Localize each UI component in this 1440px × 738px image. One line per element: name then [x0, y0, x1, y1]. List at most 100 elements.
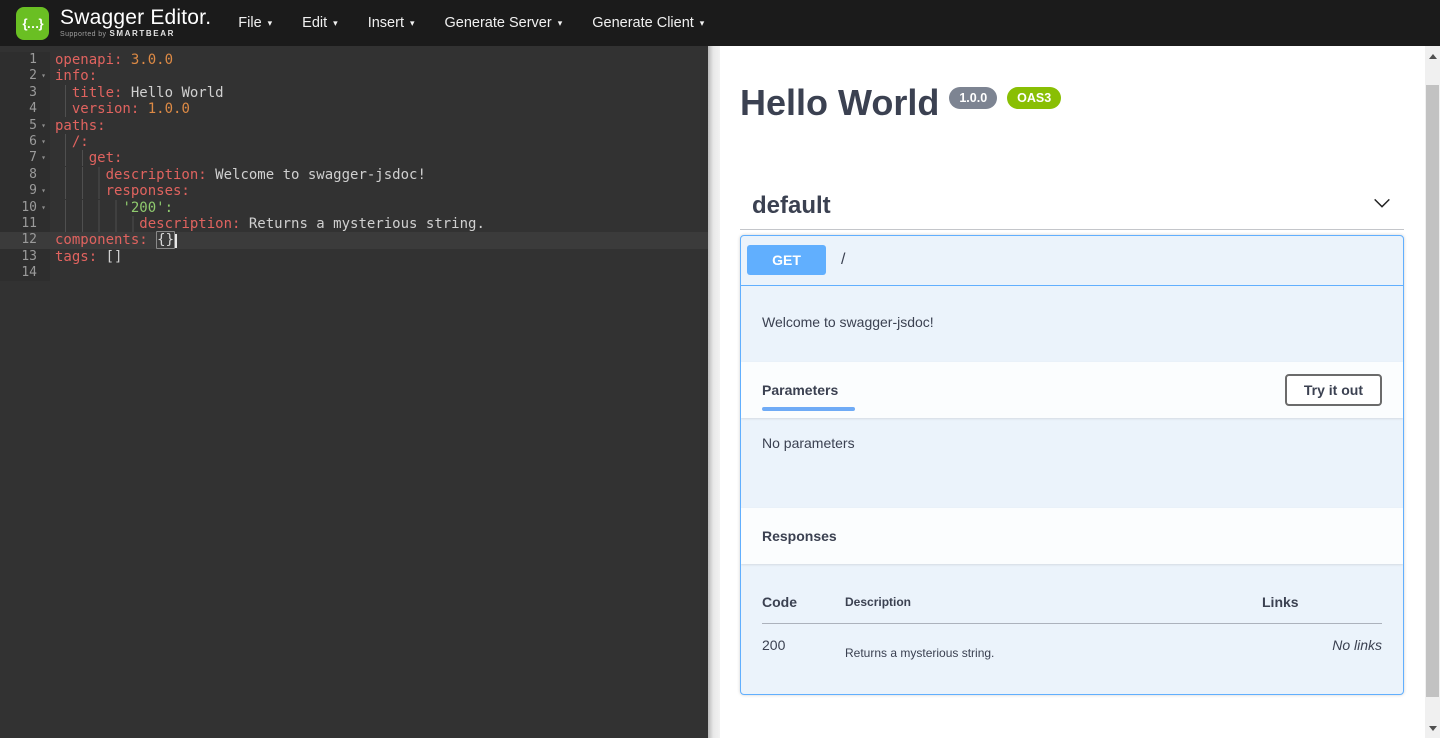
tag-name: default [752, 192, 831, 220]
fold-spacer [37, 249, 50, 265]
line-number: 7 [0, 150, 37, 166]
line-number: 10 [0, 200, 37, 216]
line-number: 13 [0, 249, 37, 265]
fold-spacer [37, 216, 50, 232]
token-bracket: {} [156, 231, 175, 249]
operation-path: / [841, 251, 845, 269]
line-code: version: 1.0.0 [50, 101, 190, 117]
line-gutter: 1 [0, 52, 50, 68]
line-gutter: 8 [0, 167, 50, 183]
fold-spacer [37, 52, 50, 68]
fold-spacer [37, 265, 50, 281]
line-gutter: 9▾ [0, 183, 50, 199]
oas3-badge: OAS3 [1007, 87, 1061, 109]
line-number: 4 [0, 101, 37, 117]
menu-label: Edit [302, 15, 327, 31]
opblock-get: GET / Welcome to swagger-jsdoc! Paramete… [740, 235, 1404, 695]
topbar: {…} Swagger Editor. Supported bySMARTBEA… [0, 0, 1440, 46]
editor-line-6: 6▾ /: [0, 134, 708, 150]
menu-label: Generate Server [445, 15, 552, 31]
token-key: paths: [55, 118, 106, 134]
tagline-prefix: Supported by [60, 31, 106, 38]
caret-down-icon: ▾ [700, 18, 705, 29]
line-number: 12 [0, 232, 37, 248]
fold-caret-icon[interactable]: ▾ [37, 200, 50, 216]
token-key: description: [139, 216, 240, 232]
line-code [50, 265, 55, 281]
version-badge: 1.0.0 [949, 87, 997, 109]
no-parameters-text: No parameters [762, 435, 855, 451]
editor-line-3: 3 title: Hello World [0, 85, 708, 101]
token-key: description: [106, 167, 207, 183]
menu-label: Generate Client [592, 15, 694, 31]
response-row-200: 200 Returns a mysterious string. No link… [762, 623, 1382, 660]
token-ind [55, 216, 139, 232]
line-gutter: 10▾ [0, 200, 50, 216]
token-str: '200': [122, 200, 173, 216]
line-gutter: 14 [0, 265, 50, 281]
token-plain: Welcome to swagger-jsdoc! [207, 167, 426, 183]
caret-down-icon: ▾ [558, 18, 563, 29]
fold-caret-icon[interactable]: ▾ [37, 68, 50, 84]
scroll-down-arrow-icon[interactable] [1425, 718, 1440, 738]
token-key: openapi: [55, 52, 122, 68]
fold-caret-icon[interactable]: ▾ [37, 183, 50, 199]
editor-line-7: 7▾ get: [0, 150, 708, 166]
editor-line-8: 8 description: Welcome to swagger-jsdoc! [0, 167, 708, 183]
swagger-editor-app: {…} Swagger Editor. Supported bySMARTBEA… [0, 0, 1440, 738]
line-code: /: [50, 134, 89, 150]
responses-table: Code Description Links 200 Returns a mys… [762, 564, 1382, 660]
token-ind [55, 167, 106, 183]
menu-label: Insert [368, 15, 404, 31]
pane-splitter[interactable] [708, 46, 720, 738]
line-gutter: 11 [0, 216, 50, 232]
line-gutter: 12 [0, 232, 50, 248]
line-number: 1 [0, 52, 37, 68]
api-info: Hello World 1.0.0 OAS3 [740, 84, 1404, 122]
token-key: responses: [106, 183, 190, 199]
line-number: 6 [0, 134, 37, 150]
line-gutter: 3 [0, 85, 50, 101]
menu-file[interactable]: File▾ [223, 0, 287, 46]
response-description: Returns a mysterious string. [845, 623, 1262, 660]
fold-caret-icon[interactable]: ▾ [37, 134, 50, 150]
line-code: tags: [] [50, 249, 122, 265]
response-links: No links [1262, 623, 1382, 660]
swagger-logo-icon: {…} [16, 7, 49, 40]
editor-line-9: 9▾ responses: [0, 183, 708, 199]
brand-name: Swagger Editor. [60, 7, 211, 29]
line-code: get: [50, 150, 122, 166]
editor-line-2: 2▾info: [0, 68, 708, 84]
chevron-down-icon[interactable] [1362, 192, 1402, 219]
scroll-up-arrow-icon[interactable] [1425, 46, 1440, 66]
responses-title: Responses [762, 528, 837, 544]
menubar: File▾Edit▾Insert▾Generate Server▾Generat… [223, 0, 719, 46]
token-plain: [] [97, 249, 122, 265]
menu-edit[interactable]: Edit▾ [287, 0, 353, 46]
editor-line-5: 5▾paths: [0, 118, 708, 134]
menu-generate-server[interactable]: Generate Server ▾ [430, 0, 578, 46]
vertical-scrollbar[interactable] [1425, 46, 1440, 738]
brand-tagline: Supported bySMARTBEAR [60, 30, 211, 38]
scrollbar-thumb[interactable] [1426, 85, 1439, 697]
operation-summary[interactable]: GET / [741, 236, 1403, 286]
yaml-code-editor[interactable]: 1openapi: 3.0.02▾info:3 title: Hello Wor… [0, 46, 708, 738]
token-key: version: [72, 101, 139, 117]
menu-generate-client[interactable]: Generate Client ▾ [577, 0, 719, 46]
try-it-out-button[interactable]: Try it out [1285, 374, 1382, 406]
editor-line-14: 14 [0, 265, 708, 281]
token-key: components: [55, 232, 148, 248]
tag-section-default[interactable]: default [740, 192, 1404, 230]
line-number: 2 [0, 68, 37, 84]
fold-caret-icon[interactable]: ▾ [37, 118, 50, 134]
fold-spacer [37, 101, 50, 117]
token-ind [55, 200, 122, 216]
menu-insert[interactable]: Insert▾ [353, 0, 430, 46]
caret-down-icon: ▾ [268, 18, 273, 29]
fold-caret-icon[interactable]: ▾ [37, 150, 50, 166]
operation-description: Welcome to swagger-jsdoc! [741, 286, 1403, 362]
fold-spacer [37, 232, 50, 248]
line-code: '200': [50, 200, 173, 216]
col-header-links: Links [1262, 564, 1382, 624]
editor-line-11: 11 description: Returns a mysterious str… [0, 216, 708, 232]
